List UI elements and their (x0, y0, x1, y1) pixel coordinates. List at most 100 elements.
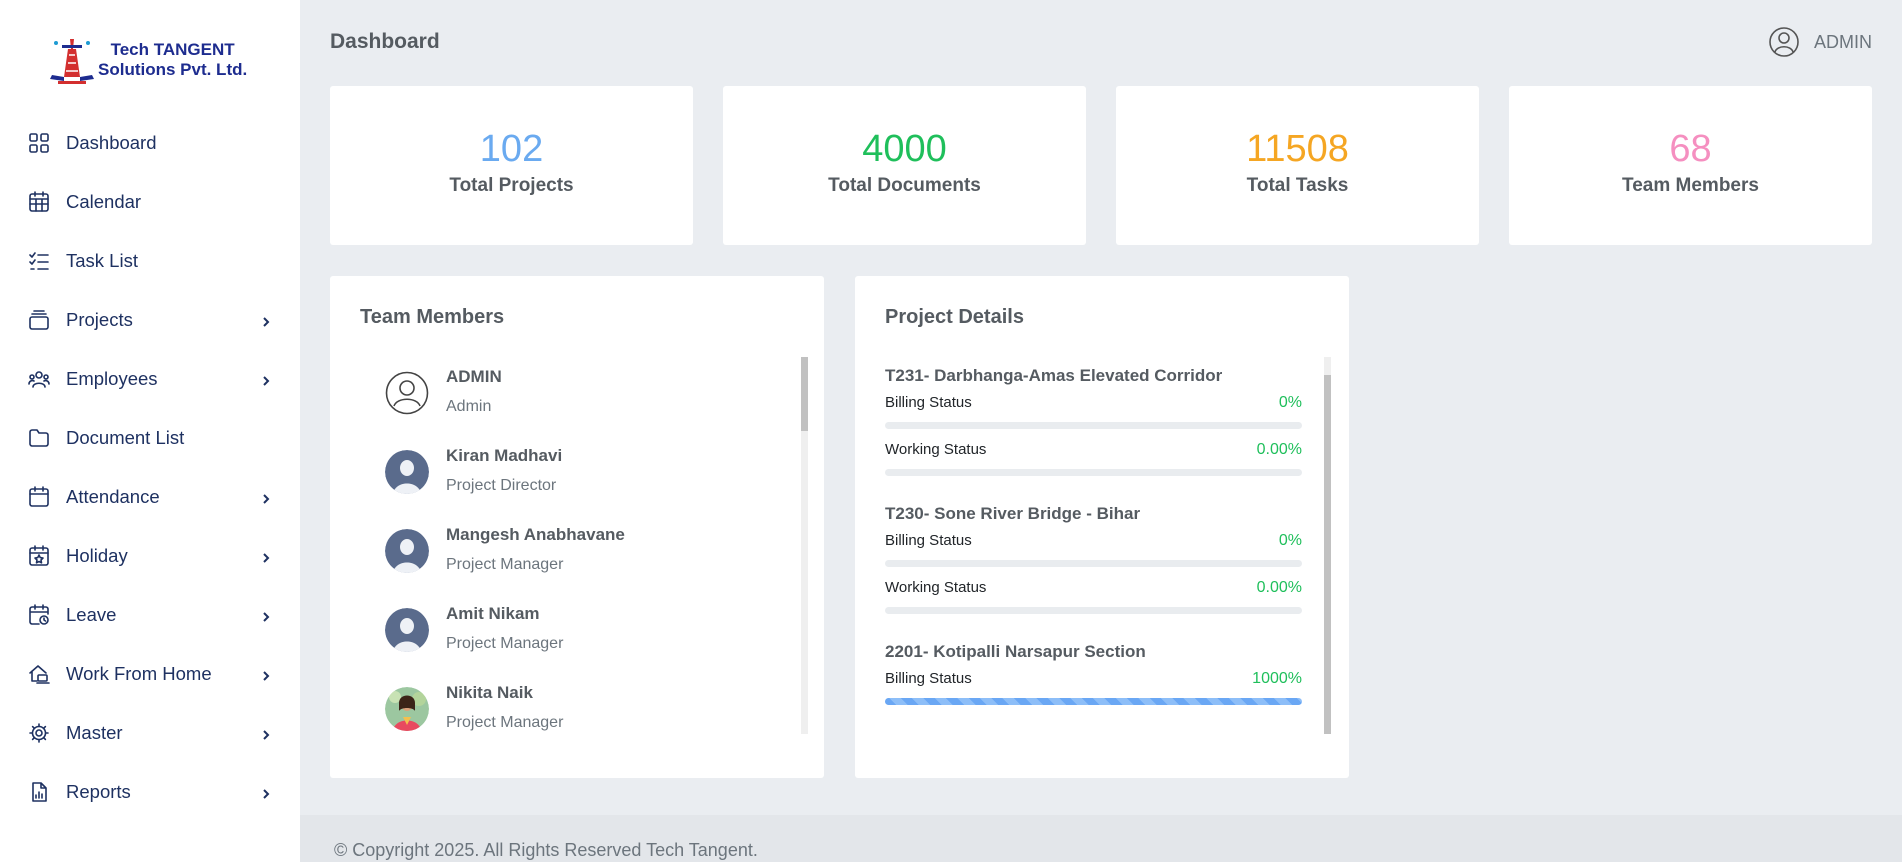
stat-card-total-tasks[interactable]: 11508 Total Tasks (1116, 86, 1479, 245)
avatar (385, 450, 429, 494)
working-status-value: 0.00% (1256, 441, 1302, 458)
stat-value: 11508 (1246, 128, 1349, 170)
sidebar-item-document-list[interactable]: Document List (0, 408, 300, 467)
user-menu[interactable]: ADMIN (1768, 26, 1872, 58)
sidebar-item-label: Calendar (66, 190, 142, 212)
stat-label: Total Tasks (1246, 175, 1349, 196)
project-name: 2201- Kotipalli Narsapur Section (885, 642, 1146, 661)
sidebar-item-master[interactable]: Master (0, 703, 300, 762)
sidebar-item-label: Attendance (66, 485, 160, 507)
project-item[interactable]: T231- Darbhanga-Amas Elevated Corridor B… (885, 366, 1302, 476)
stat-value: 4000 (862, 128, 947, 170)
sidebar-item-label: Projects (66, 308, 133, 330)
sidebar-item-dashboard[interactable]: Dashboard (0, 113, 300, 172)
chevron-right-icon (260, 371, 272, 386)
task-list-icon (28, 250, 50, 272)
working-status-value: 0.00% (1256, 579, 1302, 596)
team-members-panel: Team Members ADMIN Admin Kiran Madhavi P… (330, 276, 824, 778)
member-name: Nikita Naik (446, 683, 533, 702)
chevron-right-icon (260, 607, 272, 622)
avatar (385, 608, 429, 652)
sidebar-item-label: Task List (66, 249, 138, 271)
list-item[interactable]: Amit Nikam Project Manager (385, 598, 765, 677)
chevron-right-icon (260, 489, 272, 504)
brand-line-1: Tech TANGENT (110, 40, 235, 59)
sidebar-item-calendar[interactable]: Calendar (0, 172, 300, 231)
list-item[interactable]: Mangesh Anabhavane Project Manager (385, 519, 765, 598)
member-role: Project Manager (446, 714, 564, 731)
project-details-panel: Project Details T231- Darbhanga-Amas Ele… (855, 276, 1349, 778)
company-logo[interactable]: Tech TANGENT Solutions Pvt. Ltd. (48, 34, 258, 86)
sidebar-item-reports[interactable]: Reports (0, 762, 300, 821)
working-progress-bar (885, 469, 1302, 476)
working-status-label: Working Status (885, 579, 987, 596)
sidebar-item-label: Holiday (66, 544, 128, 566)
sidebar: Tech TANGENT Solutions Pvt. Ltd. Dashboa… (0, 0, 300, 862)
sidebar-item-label: Work From Home (66, 662, 212, 684)
panel-title: Project Details (885, 306, 1024, 328)
sidebar-item-work-from-home[interactable]: Work From Home (0, 644, 300, 703)
projects-stack-icon (28, 309, 50, 331)
sidebar-item-attendance[interactable]: Attendance (0, 467, 300, 526)
stat-label: Team Members (1622, 175, 1759, 196)
calendar-grid-icon (28, 190, 50, 213)
sidebar-item-employees[interactable]: Employees (0, 349, 300, 408)
member-role: Project Manager (446, 556, 564, 573)
member-name: ADMIN (446, 367, 502, 386)
stat-card-total-projects[interactable]: 102 Total Projects (330, 86, 693, 245)
project-name: T231- Darbhanga-Amas Elevated Corridor (885, 366, 1223, 385)
project-item[interactable]: 2201- Kotipalli Narsapur Section Billing… (885, 642, 1302, 705)
folder-icon (28, 427, 50, 449)
stat-value: 102 (479, 128, 544, 170)
home-laptop-icon (28, 663, 50, 685)
chevron-right-icon (260, 784, 272, 799)
project-item[interactable]: T230- Sone River Bridge - Bihar Billing … (885, 504, 1302, 614)
scrollbar-thumb[interactable] (801, 357, 808, 431)
panel-title: Team Members (360, 306, 505, 328)
user-silhouette-icon (385, 529, 429, 573)
member-role: Project Director (446, 477, 557, 494)
chevron-right-icon (260, 312, 272, 327)
member-name: Mangesh Anabhavane (446, 525, 625, 544)
billing-progress-bar (885, 560, 1302, 567)
list-item[interactable]: Kiran Madhavi Project Director (385, 440, 765, 519)
project-name: T230- Sone River Bridge - Bihar (885, 504, 1141, 523)
stat-card-team-members[interactable]: 68 Team Members (1509, 86, 1872, 245)
sidebar-item-label: Employees (66, 367, 158, 389)
tower-logo-icon (50, 39, 94, 84)
copyright-text: © Copyright 2025. All Rights Reserved Te… (334, 840, 758, 860)
member-role: Admin (446, 398, 492, 415)
user-silhouette-icon (385, 450, 429, 494)
list-item[interactable]: Nikita Naik Project Manager (385, 677, 765, 756)
profile-photo-icon (385, 687, 429, 731)
member-name: Kiran Madhavi (446, 446, 563, 465)
chevron-right-icon (260, 548, 272, 563)
brand-line-2: Solutions Pvt. Ltd. (98, 60, 248, 79)
working-status-label: Working Status (885, 441, 987, 458)
calendar-icon (28, 485, 50, 508)
scrollbar-thumb[interactable] (1324, 375, 1331, 734)
sidebar-item-task-list[interactable]: Task List (0, 231, 300, 290)
stat-label: Total Documents (828, 175, 981, 196)
sidebar-item-label: Master (66, 721, 123, 743)
gear-icon (28, 722, 50, 744)
sidebar-item-leave[interactable]: Leave (0, 585, 300, 644)
chevron-right-icon (260, 666, 272, 681)
stat-label: Total Projects (449, 175, 574, 196)
avatar (385, 529, 429, 573)
avatar (385, 687, 429, 731)
footer: © Copyright 2025. All Rights Reserved Te… (300, 815, 1902, 862)
team-list: ADMIN Admin Kiran Madhavi Project Direct… (385, 361, 765, 756)
sidebar-item-holiday[interactable]: Holiday (0, 526, 300, 585)
sidebar-item-projects[interactable]: Projects (0, 290, 300, 349)
list-item[interactable]: ADMIN Admin (385, 361, 765, 440)
project-list: T231- Darbhanga-Amas Elevated Corridor B… (885, 366, 1302, 733)
employees-users-icon (28, 368, 50, 390)
dashboard-grid-icon (28, 132, 50, 154)
stat-card-total-documents[interactable]: 4000 Total Documents (723, 86, 1086, 245)
member-role: Project Manager (446, 635, 564, 652)
user-avatar-icon (1769, 27, 1799, 57)
billing-progress-bar (885, 422, 1302, 429)
chevron-right-icon (260, 725, 272, 740)
billing-status-value: 1000% (1252, 670, 1302, 687)
